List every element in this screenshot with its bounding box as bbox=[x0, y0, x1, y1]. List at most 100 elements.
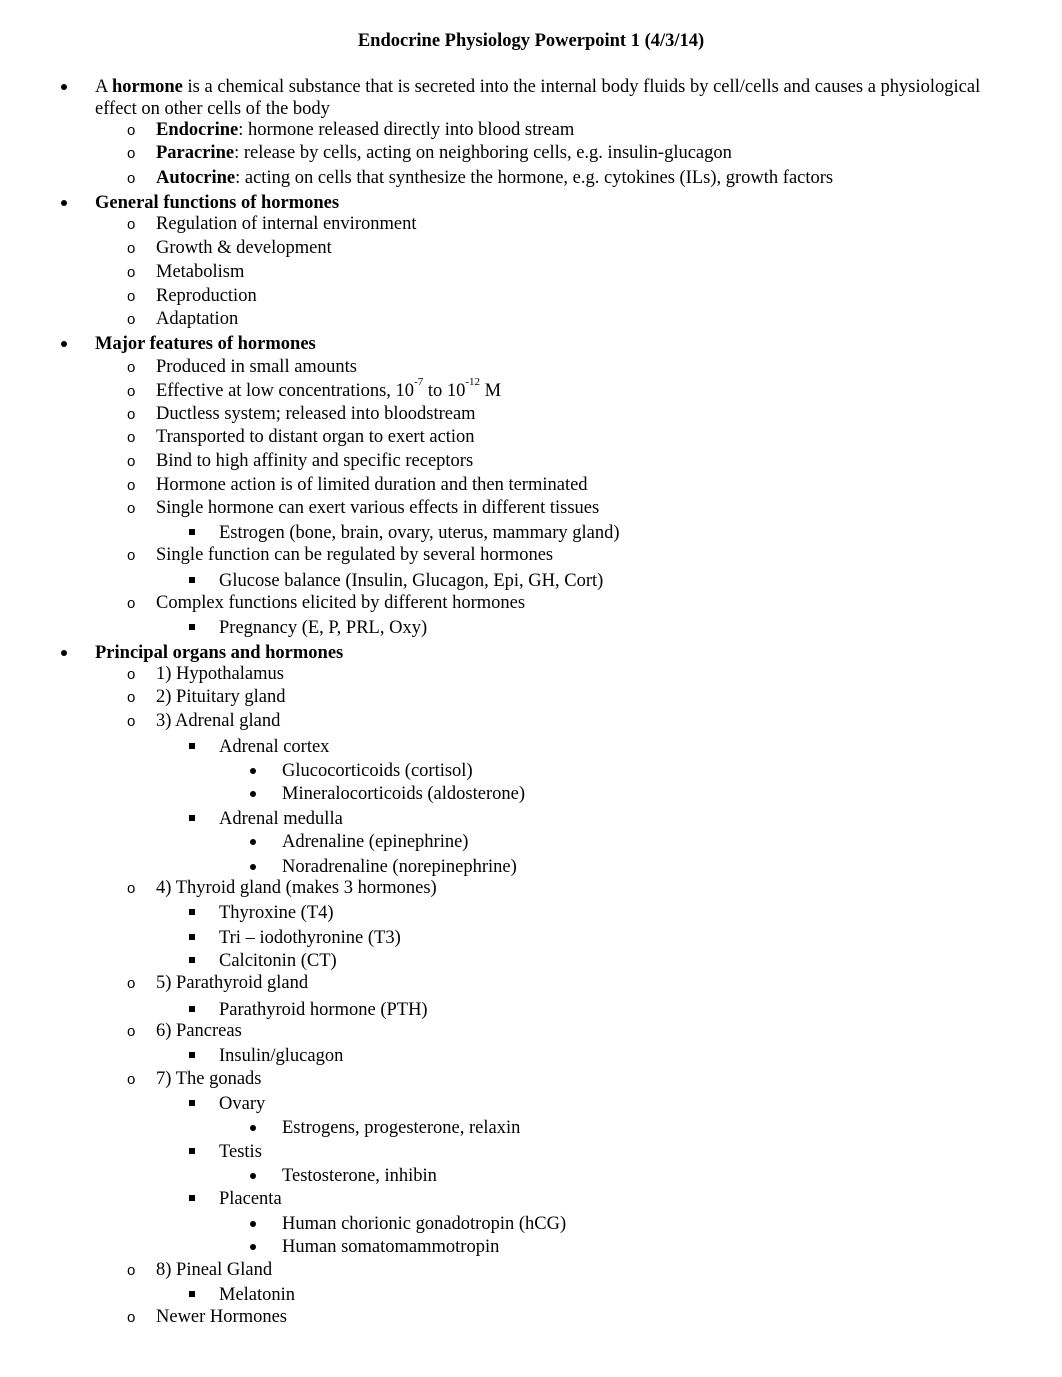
circle-bullet-icon: o bbox=[127, 406, 136, 423]
item-text: Thyroxine (T4) bbox=[219, 903, 334, 923]
document-title: Endocrine Physiology Powerpoint 1 (4/3/1… bbox=[357, 31, 705, 51]
section-heading-principal-organs: Principal organs and hormones bbox=[0, 642, 1062, 665]
circle-bullet-icon: o bbox=[127, 453, 136, 470]
square-bullet-icon bbox=[189, 736, 209, 759]
conc-before: Effective at low concentrations, 10 bbox=[156, 381, 415, 401]
item-text: 3) Adrenal gland bbox=[156, 711, 281, 731]
section-heading-major-features: Major features of hormones bbox=[0, 333, 1062, 356]
item-text: Human somatomammotropin bbox=[282, 1237, 500, 1257]
bullet-dot-icon bbox=[61, 192, 81, 215]
bullet-dot-icon bbox=[250, 760, 270, 783]
bullet-dot-icon bbox=[250, 856, 270, 879]
list-item: o Newer Hormones bbox=[0, 1306, 1062, 1329]
circle-bullet-icon: o bbox=[127, 666, 136, 683]
bullet-dot-icon bbox=[250, 1117, 270, 1140]
circle-bullet-icon: o bbox=[127, 288, 136, 305]
list-item: o Adaptation bbox=[0, 308, 1062, 331]
item-text: 1) Hypothalamus bbox=[156, 664, 284, 684]
list-item-concentration: o Effective at low concentrations, 10-7 t… bbox=[0, 377, 1062, 403]
bullet-dot-icon bbox=[250, 831, 270, 854]
term-endocrine: Endocrine bbox=[156, 120, 239, 140]
heading-text: General functions of hormones bbox=[95, 193, 340, 213]
list-item: Thyroxine (T4) bbox=[0, 902, 1062, 925]
item-text: 8) Pineal Gland bbox=[156, 1260, 273, 1280]
item-text: Ductless system; released into bloodstre… bbox=[156, 404, 476, 424]
list-item: o Produced in small amounts bbox=[0, 356, 1062, 379]
bullet-dot-icon bbox=[250, 1236, 270, 1259]
list-item: Noradrenaline (norepinephrine) bbox=[0, 856, 1062, 879]
circle-bullet-icon: o bbox=[127, 477, 136, 494]
list-item: Placenta bbox=[0, 1188, 1062, 1211]
item-text: 2) Pituitary gland bbox=[156, 687, 286, 707]
list-item: o 6) Pancreas bbox=[0, 1020, 1062, 1043]
term-hormone: hormone bbox=[111, 77, 183, 97]
list-item: Adrenal medulla bbox=[0, 808, 1062, 831]
item-text: 6) Pancreas bbox=[156, 1021, 242, 1041]
item-text: 4) Thyroid gland (makes 3 hormones) bbox=[156, 878, 437, 898]
item-text: Effective at low concentrations, 10-7 to… bbox=[156, 377, 501, 403]
square-bullet-icon bbox=[189, 570, 209, 593]
circle-bullet-icon: o bbox=[127, 311, 136, 328]
list-item: o Regulation of internal environment bbox=[0, 213, 1062, 236]
square-bullet-icon bbox=[189, 808, 209, 831]
list-item: o 7) The gonads bbox=[0, 1068, 1062, 1091]
square-bullet-icon bbox=[189, 950, 209, 973]
circle-bullet-icon: o bbox=[127, 689, 136, 706]
circle-bullet-icon: o bbox=[127, 595, 136, 612]
list-item: o Single function can be regulated by sev… bbox=[0, 544, 1062, 567]
item-text: Insulin/glucagon bbox=[219, 1046, 344, 1066]
list-item: o 5) Parathyroid gland bbox=[0, 972, 1062, 995]
square-bullet-icon bbox=[189, 522, 209, 545]
circle-bullet-icon: o bbox=[127, 264, 136, 281]
list-item: o Single hormone can exert various effect… bbox=[0, 497, 1062, 520]
list-item: Testis bbox=[0, 1141, 1062, 1164]
list-item: Glucocorticoids (cortisol) bbox=[0, 760, 1062, 783]
list-item: o 2) Pituitary gland bbox=[0, 686, 1062, 709]
list-item: Parathyroid hormone (PTH) bbox=[0, 999, 1062, 1022]
list-item-autocrine: o Autocrine: acting on cells that synthe… bbox=[0, 167, 1062, 190]
bullet-dot-icon bbox=[61, 76, 81, 99]
intro-prefix: A bbox=[95, 77, 112, 97]
circle-bullet-icon: o bbox=[127, 359, 136, 376]
item-text: Adrenaline (epinephrine) bbox=[282, 832, 469, 852]
item-text: Growth & development bbox=[156, 238, 332, 258]
list-item-hormone-definition: A hormone is a chemical substance that i… bbox=[0, 76, 1062, 119]
list-item: o Bind to high affinity and specific rece… bbox=[0, 450, 1062, 473]
item-text: Pregnancy (E, P, PRL, Oxy) bbox=[219, 618, 428, 638]
bullet-dot-icon bbox=[250, 783, 270, 806]
list-item: Adrenaline (epinephrine) bbox=[0, 831, 1062, 854]
list-item: Adrenal cortex bbox=[0, 736, 1062, 759]
list-item: o Hormone action is of limited duration a… bbox=[0, 474, 1062, 497]
item-text: Estrogens, progesterone, relaxin bbox=[282, 1118, 521, 1138]
item-text: Ovary bbox=[219, 1094, 266, 1114]
autocrine-desc: : acting on cells that synthesize the ho… bbox=[235, 168, 834, 188]
intro-definition: is a chemical substance that is secreted… bbox=[95, 77, 981, 119]
item-text: Single hormone can exert various effects… bbox=[156, 498, 600, 518]
list-item: o 1) Hypothalamus bbox=[0, 663, 1062, 686]
circle-bullet-icon: o bbox=[127, 1262, 136, 1279]
item-text: Metabolism bbox=[156, 262, 245, 282]
square-bullet-icon bbox=[189, 1141, 209, 1164]
item-text: Hormone action is of limited duration an… bbox=[156, 475, 588, 495]
item-text: Human chorionic gonadotropin (hCG) bbox=[282, 1214, 567, 1234]
list-item-endocrine: o Endocrine: hormone released directly i… bbox=[0, 119, 1062, 142]
item-text: Adrenal medulla bbox=[219, 809, 343, 829]
square-bullet-icon bbox=[189, 1045, 209, 1068]
list-item: Tri – iodothyronine (T3) bbox=[0, 927, 1062, 950]
circle-bullet-icon: o bbox=[127, 1071, 136, 1088]
item-text: Transported to distant organ to exert ac… bbox=[156, 427, 475, 447]
item-text: Noradrenaline (norepinephrine) bbox=[282, 857, 517, 877]
list-item: o 4) Thyroid gland (makes 3 hormones) bbox=[0, 877, 1062, 900]
circle-bullet-icon: o bbox=[127, 975, 136, 992]
heading-text: Principal organs and hormones bbox=[95, 643, 344, 663]
list-item: Pregnancy (E, P, PRL, Oxy) bbox=[0, 617, 1062, 640]
item-text: Calcitonin (CT) bbox=[219, 951, 337, 971]
list-item: Insulin/glucagon bbox=[0, 1045, 1062, 1068]
term-autocrine: Autocrine bbox=[156, 168, 236, 188]
conc-middle: to 10 bbox=[423, 381, 466, 401]
list-item: Ovary bbox=[0, 1093, 1062, 1116]
list-item: Human chorionic gonadotropin (hCG) bbox=[0, 1213, 1062, 1236]
list-item: Mineralocorticoids (aldosterone) bbox=[0, 783, 1062, 806]
list-item: o Metabolism bbox=[0, 261, 1062, 284]
list-item: o Complex functions elicited by different… bbox=[0, 592, 1062, 615]
